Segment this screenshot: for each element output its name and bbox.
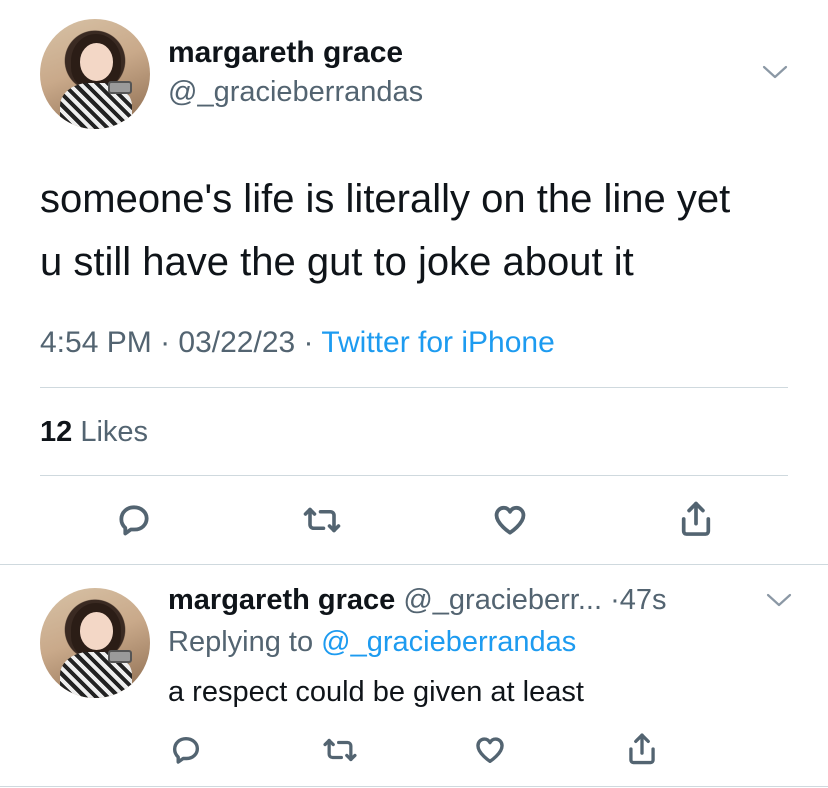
- replying-handle-link[interactable]: @_gracieberrandas: [321, 626, 576, 658]
- divider: [40, 475, 788, 476]
- divider: [0, 564, 828, 565]
- reply-button[interactable]: [166, 730, 206, 770]
- replying-prefix: Replying to: [168, 626, 314, 658]
- avatar-face: [79, 612, 113, 650]
- reply-icon: [119, 505, 149, 536]
- likes-stat[interactable]: 12 Likes: [40, 416, 148, 449]
- like-button[interactable]: [488, 498, 532, 542]
- meta-separator: ·: [610, 584, 620, 616]
- reply-header: margareth grace @_gracieberr... ·47s: [168, 584, 667, 617]
- avatar-camera: [108, 649, 133, 663]
- reply-time-ago[interactable]: 47s: [620, 584, 667, 616]
- heart-icon: [494, 505, 526, 535]
- like-button[interactable]: [470, 730, 510, 770]
- avatar-camera: [108, 80, 133, 94]
- tweet-text: someone's life is literally on the line …: [40, 168, 810, 294]
- chevron-down-icon[interactable]: [762, 64, 788, 80]
- retweet-icon: [303, 507, 341, 533]
- share-icon: [629, 733, 655, 765]
- tweet-text-line: someone's life is literally on the line …: [40, 177, 731, 221]
- replying-to: Replying to @_gracieberrandas: [168, 626, 576, 659]
- tweet-date: 03/22/23: [178, 326, 296, 359]
- meta-separator: ·: [303, 326, 314, 359]
- tweet-text-line: u still have the gut to joke about it: [40, 240, 634, 284]
- tweet-source-link[interactable]: Twitter for iPhone: [321, 326, 554, 359]
- likes-count: 12: [40, 416, 73, 448]
- tweet-author-handle[interactable]: @_gracieberrandas: [168, 76, 423, 109]
- divider: [40, 387, 788, 388]
- reply-author-name[interactable]: margareth grace: [168, 584, 395, 616]
- likes-label: Likes: [80, 416, 149, 448]
- reply-icon: [172, 736, 200, 764]
- tweet-author-name[interactable]: margareth grace: [168, 36, 403, 70]
- retweet-icon: [323, 738, 357, 762]
- share-button[interactable]: [622, 728, 662, 770]
- meta-separator: ·: [160, 326, 171, 359]
- avatar-face: [79, 43, 113, 81]
- chevron-down-icon[interactable]: [766, 592, 792, 608]
- tweet-time: 4:54 PM: [40, 326, 152, 359]
- retweet-button[interactable]: [298, 498, 346, 542]
- avatar[interactable]: [40, 19, 150, 129]
- reply-text: a respect could be given at least: [168, 676, 584, 708]
- avatar[interactable]: [40, 588, 150, 698]
- share-button[interactable]: [674, 496, 718, 542]
- share-icon: [681, 501, 711, 536]
- tweet-meta: 4:54 PM · 03/22/23 · Twitter for iPhone: [40, 326, 555, 360]
- heart-icon: [476, 737, 504, 764]
- divider: [0, 786, 828, 787]
- reply-author-handle[interactable]: @_gracieberr...: [403, 584, 602, 616]
- retweet-button[interactable]: [318, 730, 362, 770]
- reply-button[interactable]: [112, 498, 156, 542]
